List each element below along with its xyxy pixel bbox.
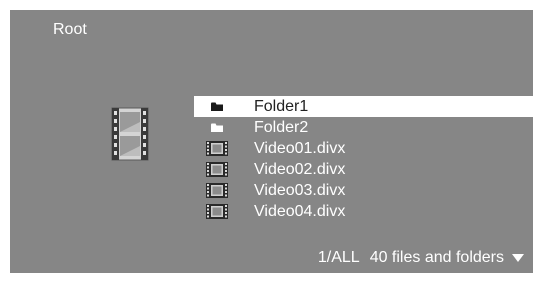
file-item[interactable]: Video04.divx [194, 201, 533, 222]
item-label: Folder2 [254, 119, 309, 136]
film-icon [206, 183, 228, 198]
film-icon [206, 162, 228, 177]
status-bar: 1/ALL 40 files and folders [318, 249, 524, 267]
film-icon [206, 204, 228, 219]
folder-item[interactable]: Folder1 [194, 96, 533, 117]
page-indicator: 1/ALL [317, 249, 360, 266]
item-label: Video02.divx [254, 161, 346, 178]
folder-icon [206, 99, 228, 114]
file-item[interactable]: Video02.divx [194, 159, 533, 180]
item-label: Video01.divx [254, 140, 346, 157]
item-count: 40 files and folders [369, 249, 504, 266]
folder-icon [206, 120, 228, 135]
item-label: Video03.divx [254, 182, 346, 199]
file-browser-screen: Root Folder1 Folder2 Video01.divx Video02.d… [10, 10, 533, 273]
file-item[interactable]: Video03.divx [194, 180, 533, 201]
film-icon [106, 107, 154, 161]
file-item[interactable]: Video01.divx [194, 138, 533, 159]
item-label: Video04.divx [254, 203, 346, 220]
breadcrumb: Root [53, 21, 87, 38]
folder-item[interactable]: Folder2 [194, 117, 533, 138]
file-list: Folder1 Folder2 Video01.divx Video02.divx Vi… [194, 96, 533, 222]
film-icon [206, 141, 228, 156]
item-label: Folder1 [254, 98, 309, 115]
triangle-down-icon[interactable] [512, 249, 524, 267]
